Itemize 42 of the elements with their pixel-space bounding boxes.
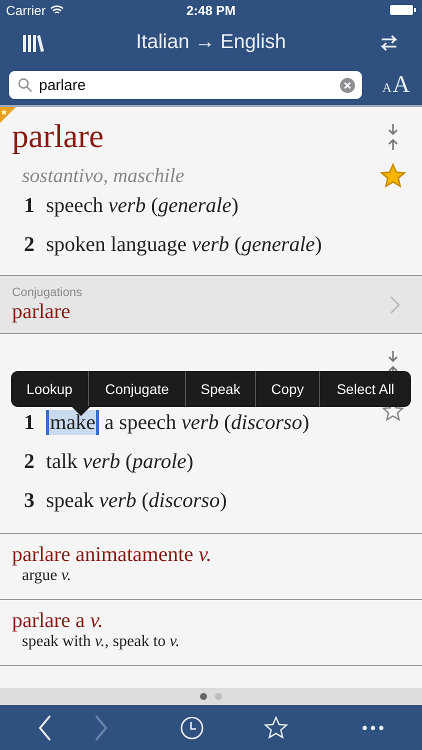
phrase-headword: parlare a v. xyxy=(12,608,104,633)
selected-text[interactable]: make xyxy=(46,410,100,435)
sense-text: spoken language verb (generale) xyxy=(46,232,322,257)
phrase-headword: parlare animatamente v. xyxy=(12,542,213,567)
search-bar[interactable]: parlare xyxy=(9,71,362,99)
carrier-label: Carrier xyxy=(6,2,46,18)
phrase-translation: speak with v., speak to v. xyxy=(21,633,181,651)
conjugations-row[interactable]: Conjugations parlare xyxy=(0,276,422,334)
more-icon[interactable] xyxy=(362,724,384,730)
sense-number: 1 xyxy=(24,410,36,435)
library-icon[interactable] xyxy=(22,32,44,52)
page-dot[interactable] xyxy=(215,693,222,700)
sense-number: 2 xyxy=(24,232,36,257)
sense-text: speak verb (discorso) xyxy=(46,488,227,513)
menu-item[interactable]: Speak xyxy=(186,371,256,407)
sense-text: talk verb (parole) xyxy=(46,449,194,474)
page-dot[interactable] xyxy=(200,693,207,700)
sense-text: a speech verb (discorso) xyxy=(104,410,310,435)
headword: parlare xyxy=(12,118,104,157)
battery-icon xyxy=(390,5,416,15)
phrase-translation: argue v. xyxy=(21,567,72,585)
window-title: Italian → English xyxy=(136,31,286,54)
menu-item[interactable]: Select All xyxy=(320,371,411,407)
sense-number: 3 xyxy=(24,488,36,513)
history-icon[interactable] xyxy=(180,716,204,740)
swap-icon[interactable] xyxy=(378,32,400,52)
sense-number: 1 xyxy=(24,193,36,218)
star-icon[interactable] xyxy=(380,163,406,189)
conjugations-label: Conjugations xyxy=(12,285,82,299)
conjugation-word: parlare xyxy=(12,299,72,324)
menu-item[interactable]: Copy xyxy=(256,371,320,407)
font-size-button[interactable]: AA xyxy=(362,72,414,98)
back-icon[interactable] xyxy=(38,714,52,740)
wifi-icon xyxy=(50,5,64,15)
search-field[interactable]: parlare xyxy=(39,76,334,94)
sense-text: speech verb (generale) xyxy=(46,193,238,218)
part-of-speech: sostantivo, maschile xyxy=(21,164,184,188)
chevron-icon xyxy=(390,296,400,314)
sense-number: 2 xyxy=(24,449,36,474)
clear-icon[interactable] xyxy=(340,78,356,92)
search-icon xyxy=(18,78,32,92)
status-time: 2:48 PM xyxy=(186,2,236,18)
